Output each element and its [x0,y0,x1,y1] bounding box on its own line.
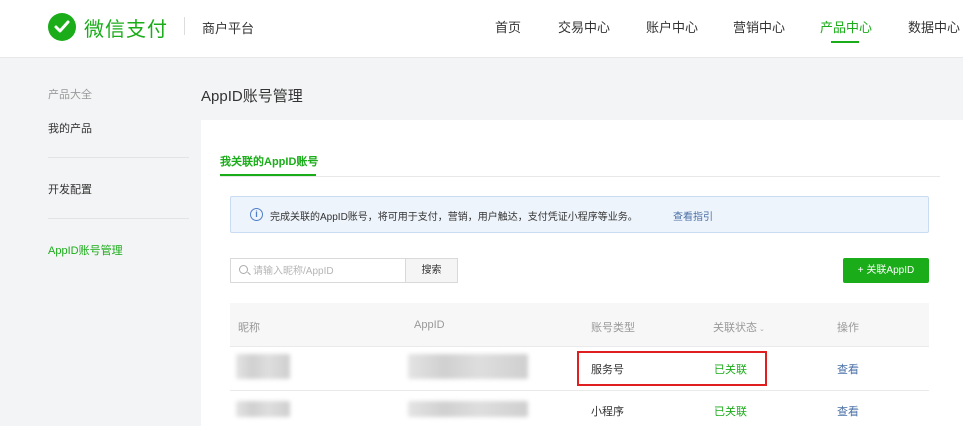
platform-name: 商户平台 [202,21,255,36]
redacted-nickname [236,354,290,379]
row2-link-status: 已关联 [714,406,747,418]
top-header: 微信支付 商户平台 首页 交易中心 账户中心 营销中心 产品中心 数据中心 [0,0,963,58]
link-status-label: 关联状态 [713,322,757,334]
sidebar-divider [48,157,189,158]
nav-products[interactable]: 产品中心 [820,17,872,36]
wechat-pay-logo-icon [48,13,76,41]
column-header-action: 操作 [837,322,859,334]
row-divider [230,390,929,391]
info-icon: i [250,208,263,221]
row2-view-link[interactable]: 查看 [837,403,859,419]
sort-chevron-icon[interactable]: ⌄ [759,326,765,333]
column-header-appid: AppID [414,319,445,331]
brand-name: 微信支付 [84,16,168,41]
table-header: 昵称 AppID 账号类型 关联状态 ⌄ 操作 [230,303,929,346]
page-title: AppID账号管理 [201,88,303,105]
highlight-box [577,351,767,386]
sidebar-group-title: 产品大全 [48,89,92,101]
tab-linked-appid[interactable]: 我关联的AppID账号 [220,153,318,169]
search-button[interactable]: 搜索 [405,258,458,283]
wechat-pay-logo[interactable]: 微信支付 [48,12,168,42]
sidebar-item-appid-management[interactable]: AppID账号管理 [48,242,123,258]
search-input[interactable] [253,262,401,280]
notice-text: 完成关联的AppID账号，将可用于支付，营销，用户触达，支付凭证小程序等业务。 [270,212,638,223]
active-nav-indicator [831,41,859,43]
column-header-link-status[interactable]: 关联状态 ⌄ [713,319,765,335]
nav-marketing[interactable]: 营销中心 [733,17,785,36]
row2-account-type: 小程序 [591,406,624,418]
redacted-appid [408,354,528,379]
view-guide-link[interactable]: 查看指引 [673,208,713,223]
nav-account[interactable]: 账户中心 [646,17,698,36]
nav-data[interactable]: 数据中心 [908,17,960,36]
nav-home[interactable]: 首页 [495,17,521,36]
nav-transactions[interactable]: 交易中心 [558,17,610,36]
sidebar-item-my-products[interactable]: 我的产品 [48,120,92,136]
search-box[interactable] [230,258,406,283]
row1-view-link[interactable]: 查看 [837,361,859,377]
sidebar-item-dev-config[interactable]: 开发配置 [48,181,92,197]
search-icon [239,265,248,274]
tab-divider [220,176,940,177]
column-header-account-type: 账号类型 [591,322,635,334]
header-divider [184,17,185,35]
info-notice: i 完成关联的AppID账号，将可用于支付，营销，用户触达，支付凭证小程序等业务… [230,196,929,233]
redacted-nickname [236,401,290,417]
sidebar-divider [48,218,189,219]
row-divider [230,346,929,347]
link-appid-button[interactable]: + 关联AppID [843,258,929,283]
redacted-appid [408,401,528,417]
column-header-nickname: 昵称 [238,322,260,334]
